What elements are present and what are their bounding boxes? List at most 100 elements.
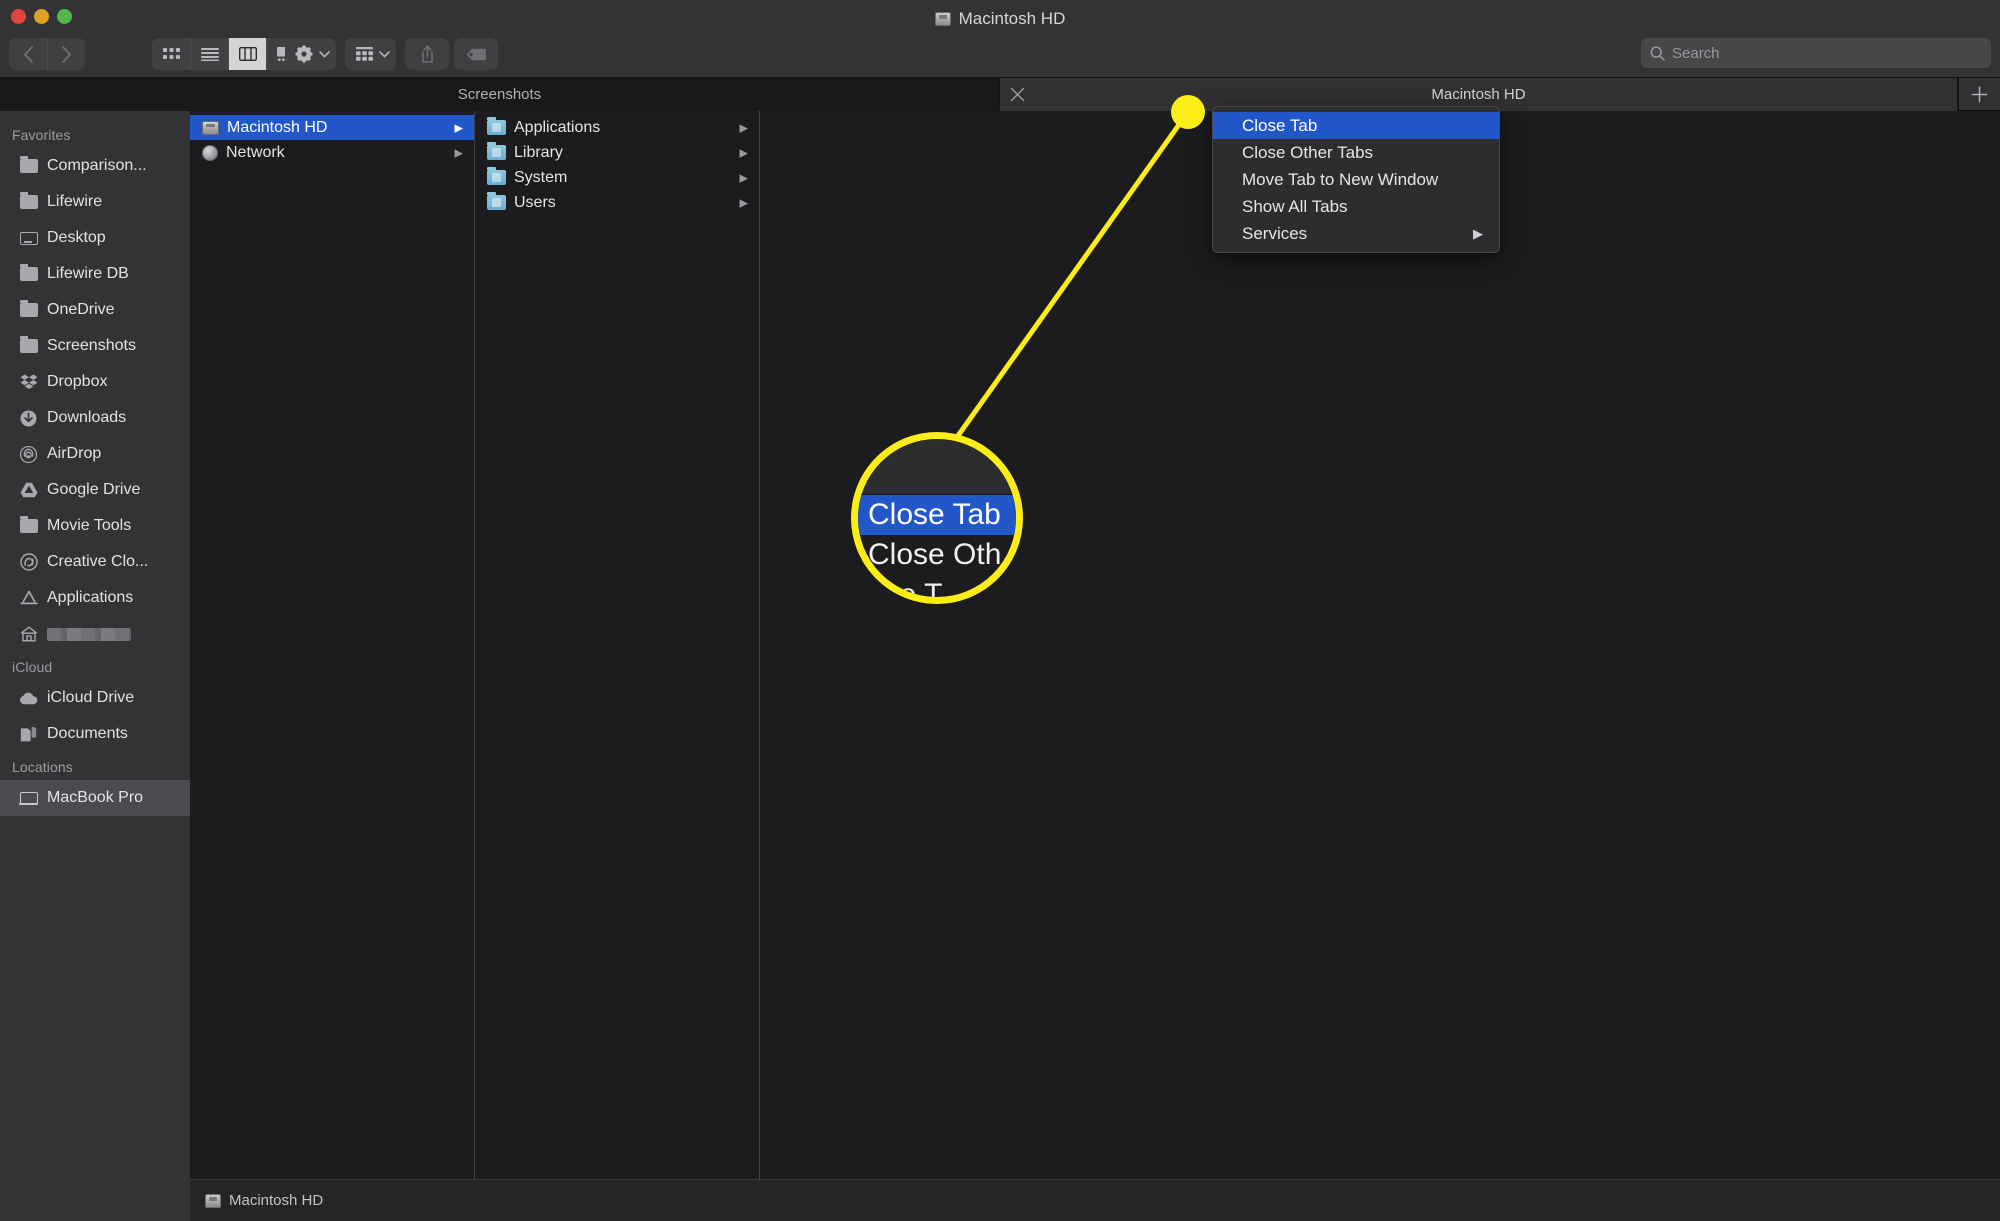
hard-disk-icon	[202, 120, 219, 135]
group-by-button[interactable]	[345, 38, 396, 70]
sidebar-item-label: MacBook Pro	[47, 789, 144, 806]
cloud-icon	[19, 690, 38, 707]
chevron-right-icon: ▶	[739, 122, 748, 134]
sidebar-item-documents[interactable]: Documents	[0, 716, 190, 752]
column-row-network[interactable]: Network ▶	[190, 140, 474, 165]
column-2: Applications ▶ Library ▶ System ▶ Users …	[475, 111, 760, 1179]
sidebar-item-screenshots[interactable]: Screenshots	[0, 328, 190, 364]
column-browser: Macintosh HD ▶ Network ▶ Applications ▶	[190, 111, 2000, 1221]
sidebar-item-label: AirDrop	[47, 445, 102, 462]
sidebar-item-google-drive[interactable]: Google Drive	[0, 472, 190, 508]
row-label: Applications	[514, 118, 601, 136]
finder-window: Macintosh HD Search Screenshots Macintos…	[0, 0, 2000, 1221]
sidebar-item-lifewire[interactable]: Lifewire	[0, 184, 190, 220]
icon-view-icon[interactable]	[152, 38, 190, 70]
menu-item-move-tab-to-new-window[interactable]: Move Tab to New Window	[1213, 166, 1499, 193]
tab-bar: Screenshots Macintosh HD	[0, 78, 2000, 111]
sidebar-section-favorites: Favorites	[12, 127, 71, 143]
plus-icon[interactable]	[1958, 78, 2000, 110]
toolbar: Search	[0, 30, 2000, 78]
menu-item-show-all-tabs[interactable]: Show All Tabs	[1213, 193, 1499, 220]
chevron-right-icon: ▶	[454, 147, 463, 159]
magnifier-content: Close Tab Close Oth ove T	[858, 439, 1016, 597]
chevron-right-icon: ▶	[739, 172, 748, 184]
app-store-icon	[19, 590, 38, 607]
sidebar-item-label: Google Drive	[47, 481, 141, 498]
column-row-system[interactable]: System ▶	[475, 165, 759, 190]
sidebar-item-creative-cloud[interactable]: Creative Clo...	[0, 544, 190, 580]
row-label: Users	[514, 193, 556, 211]
tag-icon[interactable]	[454, 38, 498, 70]
sidebar-item-icloud-drive[interactable]: iCloud Drive	[0, 680, 190, 716]
menu-item-services[interactable]: Services ▶	[1213, 220, 1499, 247]
chevron-right-icon: ▶	[1473, 225, 1483, 241]
column-row-library[interactable]: Library ▶	[475, 140, 759, 165]
sidebar-item-dropbox[interactable]: Dropbox	[0, 364, 190, 400]
window-title-text: Macintosh HD	[958, 9, 1066, 28]
sidebar-item-home-redacted[interactable]	[0, 616, 190, 652]
magnified-close-other: Close Oth	[858, 535, 1016, 575]
sidebar-item-label: Desktop	[47, 229, 106, 246]
column-view-icon[interactable]	[228, 38, 266, 70]
sidebar-item-label: Applications	[47, 589, 134, 606]
chevron-down-icon[interactable]	[379, 38, 396, 70]
sidebar-item-downloads[interactable]: Downloads	[0, 400, 190, 436]
sidebar-item-movie-tools[interactable]: Movie Tools	[0, 508, 190, 544]
sidebar-item-onedrive[interactable]: OneDrive	[0, 292, 190, 328]
share-icon[interactable]	[405, 38, 449, 70]
magnified-label: Close Tab	[868, 498, 1001, 531]
gear-icon[interactable]	[285, 38, 323, 70]
sidebar-item-label: Downloads	[47, 409, 127, 426]
search-placeholder: Search	[1672, 44, 1720, 62]
close-x-icon[interactable]	[1010, 78, 1025, 111]
tab-context-menu: Close Tab Close Other Tabs Move Tab to N…	[1212, 106, 1500, 253]
airdrop-icon	[19, 445, 38, 463]
sidebar-item-label: Creative Clo...	[47, 553, 149, 570]
dropbox-icon	[19, 374, 38, 391]
chevron-right-icon: ▶	[739, 197, 748, 209]
magnifier-menu-top	[858, 439, 1016, 495]
share-button[interactable]	[405, 38, 449, 70]
menu-item-close-tab[interactable]: Close Tab	[1213, 112, 1499, 139]
folder-icon	[19, 264, 38, 283]
action-menu-button[interactable]	[285, 38, 336, 70]
sidebar-item-label: Lifewire	[47, 193, 103, 210]
column-row-applications[interactable]: Applications ▶	[475, 115, 759, 140]
blue-folder-icon	[487, 167, 506, 185]
forward-button[interactable]	[47, 38, 85, 70]
column-row-users[interactable]: Users ▶	[475, 190, 759, 215]
sidebar-item-label: Lifewire DB	[47, 265, 129, 282]
column-row-macintosh-hd[interactable]: Macintosh HD ▶	[190, 115, 474, 140]
sidebar: Favorites Comparison... Lifewire Desktop…	[0, 111, 190, 1221]
downloads-icon	[19, 410, 38, 427]
list-view-icon[interactable]	[190, 38, 228, 70]
sidebar-item-lifewire-db[interactable]: Lifewire DB	[0, 256, 190, 292]
back-button[interactable]	[9, 38, 47, 70]
search-input[interactable]: Search	[1641, 38, 1991, 68]
menu-item-label: Services	[1242, 223, 1308, 243]
menu-item-label: Close Tab	[1242, 115, 1318, 135]
menu-item-close-other-tabs[interactable]: Close Other Tabs	[1213, 139, 1499, 166]
sidebar-item-label: Screenshots	[47, 337, 136, 354]
sidebar-item-label: Dropbox	[47, 373, 108, 390]
sidebar-item-applications[interactable]: Applications	[0, 580, 190, 616]
status-bar: Macintosh HD	[190, 1179, 2000, 1221]
sidebar-section-locations: Locations	[12, 759, 73, 775]
sidebar-item-desktop[interactable]: Desktop	[0, 220, 190, 256]
sidebar-item-macbook-pro[interactable]: MacBook Pro	[0, 780, 190, 816]
chevron-down-icon[interactable]	[319, 38, 336, 70]
window-body: Favorites Comparison... Lifewire Desktop…	[0, 111, 2000, 1221]
tab-screenshots[interactable]: Screenshots	[0, 78, 1000, 111]
tags-button[interactable]	[454, 38, 498, 70]
menu-item-label: Close Other Tabs	[1242, 142, 1374, 162]
documents-icon	[19, 726, 38, 743]
folder-icon	[19, 156, 38, 175]
network-globe-icon	[202, 144, 218, 161]
creative-cloud-icon	[19, 553, 38, 571]
sidebar-item-comparison[interactable]: Comparison...	[0, 148, 190, 184]
folder-icon	[19, 336, 38, 355]
sidebar-item-airdrop[interactable]: AirDrop	[0, 436, 190, 472]
window-title: Macintosh HD	[0, 5, 2000, 33]
home-icon	[19, 626, 38, 643]
group-by-icon[interactable]	[345, 38, 383, 70]
